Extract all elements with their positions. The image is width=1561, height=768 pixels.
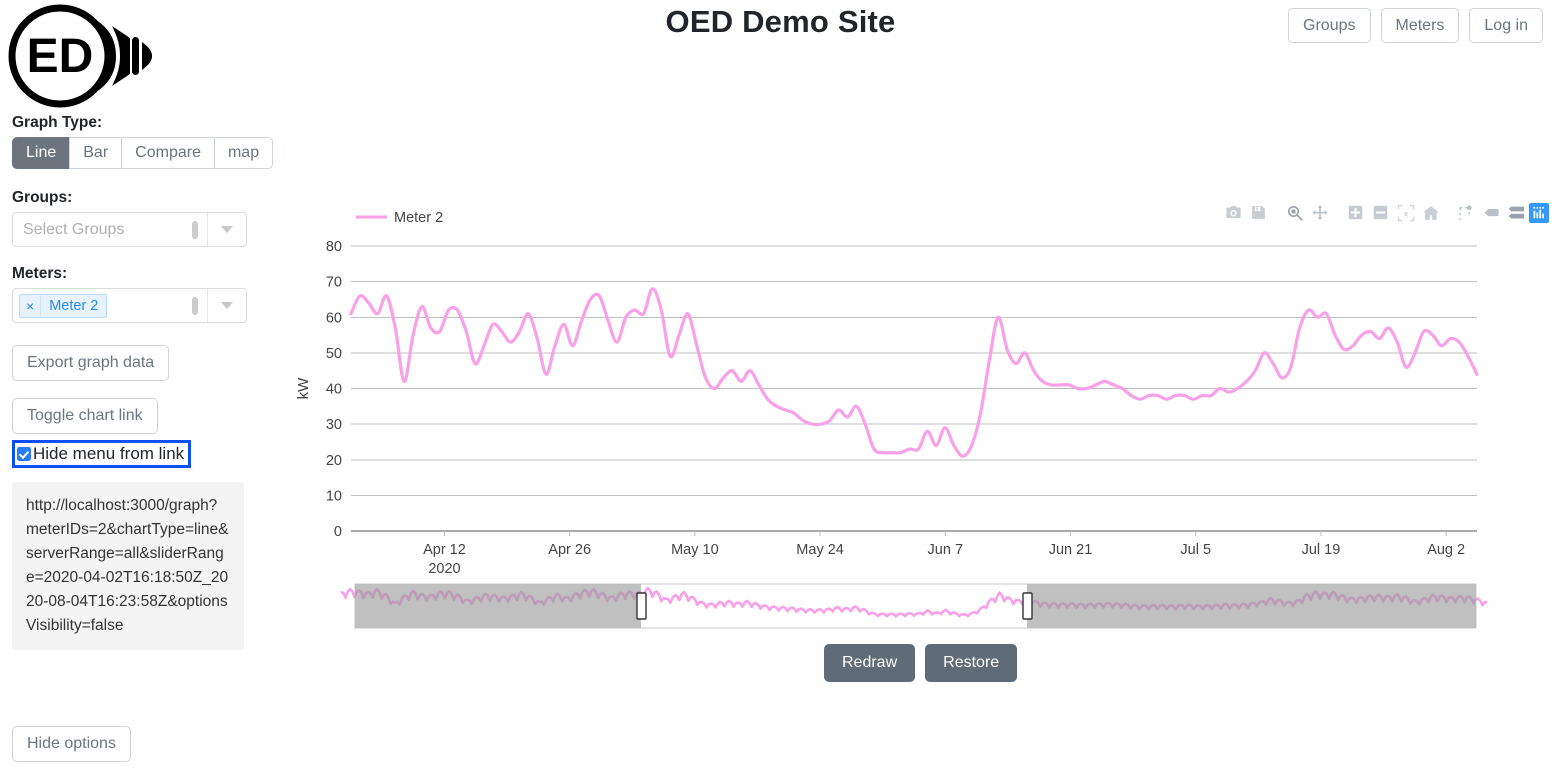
svg-text:Apr 26: Apr 26 — [548, 542, 591, 558]
login-button[interactable]: Log in — [1469, 8, 1543, 44]
spike-lines-icon[interactable] — [1454, 200, 1479, 225]
chart-link-url-text: http://localhost:3000/graph?meterIDs=2&c… — [12, 482, 244, 650]
zoom-icon[interactable] — [1282, 200, 1307, 225]
svg-text:50: 50 — [326, 346, 342, 362]
hover-closest-icon[interactable] — [1479, 200, 1504, 225]
plotly-modebar: x — [1221, 200, 1549, 225]
redraw-button[interactable]: Redraw — [824, 644, 916, 682]
groups-select-placeholder: Select Groups — [23, 220, 125, 238]
graph-type-compare-button[interactable]: Compare — [121, 137, 214, 169]
meters-select-separator — [192, 296, 198, 315]
svg-text:40: 40 — [326, 382, 342, 398]
svg-text:70: 70 — [326, 275, 342, 291]
graph-type-line-button[interactable]: Line — [12, 137, 70, 169]
meters-label: Meters: — [12, 265, 68, 282]
restore-button[interactable]: Restore — [925, 644, 1018, 682]
graph-type-button-group: Line Bar Compare map — [12, 137, 274, 169]
svg-text:May 10: May 10 — [671, 542, 719, 558]
zoom-in-icon[interactable] — [1343, 200, 1368, 225]
svg-text:20: 20 — [326, 453, 342, 469]
svg-text:2020: 2020 — [428, 561, 460, 577]
zoom-out-icon[interactable] — [1368, 200, 1393, 225]
hide-menu-from-link-checkbox-row[interactable]: Hide menu from link — [12, 440, 192, 468]
graph-type-bar-button[interactable]: Bar — [69, 137, 122, 169]
autoscale-icon[interactable]: x — [1393, 200, 1418, 225]
hover-compare-icon[interactable] — [1504, 200, 1529, 225]
chart-plot-area[interactable]: Meter 2 0 10 20 30 40 50 60 70 80 kW Apr 12 2020 Apr … — [286, 196, 1561, 666]
svg-text:x: x — [1403, 209, 1408, 218]
chevron-down-icon[interactable] — [208, 226, 246, 233]
meter-chip[interactable]: × Meter 2 — [19, 293, 108, 318]
meter-chip-label: Meter 2 — [49, 297, 99, 314]
meters-select[interactable]: × Meter 2 — [12, 288, 247, 323]
groups-button[interactable]: Groups — [1288, 8, 1371, 44]
hide-menu-from-link-label: Hide menu from link — [33, 444, 185, 463]
svg-text:May 24: May 24 — [796, 542, 844, 558]
svg-text:Jul 5: Jul 5 — [1180, 542, 1211, 558]
export-graph-data-button[interactable]: Export graph data — [12, 345, 170, 381]
svg-text:kW: kW — [295, 377, 312, 400]
chevron-down-icon[interactable] — [208, 302, 246, 309]
hide-options-button[interactable]: Hide options — [12, 726, 131, 762]
svg-text:60: 60 — [326, 310, 342, 326]
svg-text:Meter 2: Meter 2 — [394, 210, 443, 226]
toggle-chart-link-button[interactable]: Toggle chart link — [12, 398, 158, 434]
svg-text:Aug 2: Aug 2 — [1427, 542, 1465, 558]
groups-label: Groups: — [12, 189, 73, 206]
graph-type-label: Graph Type: — [12, 114, 103, 131]
svg-text:Jun 7: Jun 7 — [928, 542, 963, 558]
svg-text:10: 10 — [326, 488, 342, 504]
svg-text:Apr 12: Apr 12 — [423, 542, 466, 558]
checkbox-checked-icon[interactable] — [17, 447, 31, 461]
graph-type-map-button[interactable]: map — [213, 137, 274, 169]
plotly-logo-icon[interactable] — [1529, 202, 1549, 223]
range-slider-buttons: Redraw Restore — [824, 644, 1018, 682]
groups-select[interactable]: Select Groups — [12, 212, 247, 247]
svg-text:0: 0 — [334, 524, 342, 540]
pan-icon[interactable] — [1307, 200, 1332, 225]
options-sidebar: Graph Type: Line Bar Compare map Groups:… — [12, 114, 274, 650]
svg-text:80: 80 — [326, 239, 342, 255]
save-disk-icon[interactable] — [1246, 200, 1271, 225]
groups-select-separator — [192, 220, 198, 239]
meters-button[interactable]: Meters — [1380, 8, 1460, 44]
header-nav: Groups Meters Log in — [1288, 8, 1543, 44]
remove-meter-icon[interactable]: × — [20, 294, 42, 317]
svg-text:Jun 21: Jun 21 — [1049, 542, 1093, 558]
line-chart[interactable]: x Meter 2 0 10 20 30 40 50 60 70 80 kW Apr 12 2020 Ap… — [286, 196, 1561, 629]
svg-text:Jul 19: Jul 19 — [1302, 542, 1341, 558]
camera-icon[interactable] — [1221, 200, 1246, 225]
svg-text:30: 30 — [326, 417, 342, 433]
reset-home-icon[interactable] — [1418, 200, 1443, 225]
meters-select-value: × Meter 2 — [13, 293, 192, 318]
